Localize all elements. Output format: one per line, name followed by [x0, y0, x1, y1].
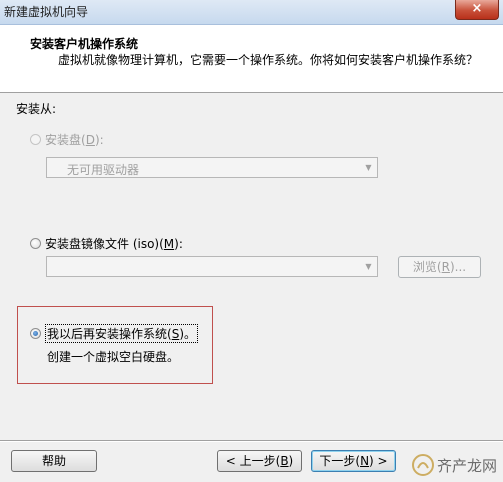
install-later-description: 创建一个虚拟空白硬盘。 — [47, 350, 180, 364]
radio-installer-disc[interactable]: 安装盘(D): — [30, 131, 104, 148]
install-from-label: 安装从: — [16, 102, 57, 116]
radio-label: 安装盘(D): — [45, 133, 104, 147]
watermark-logo-icon — [411, 454, 434, 476]
radio-label: 我以后再安装操作系统(S)。 — [45, 324, 198, 343]
next-button[interactable]: 下一步(N) > — [311, 450, 396, 472]
watermark-text: 齐产龙网 — [436, 456, 497, 475]
radio-install-later[interactable]: 我以后再安装操作系统(S)。 — [30, 324, 198, 343]
close-icon: × — [471, 1, 483, 16]
title-bar[interactable]: 新建虚拟机向导 × — [0, 0, 503, 25]
footer-separator — [0, 440, 503, 442]
radio-circle[interactable] — [30, 238, 41, 249]
chevron-down-icon[interactable]: ▼ — [360, 257, 377, 276]
back-button[interactable]: < 上一步(B) — [217, 450, 302, 472]
close-button[interactable]: × — [455, 0, 499, 20]
chevron-down-icon[interactable]: ▼ — [360, 158, 377, 177]
help-button[interactable]: 帮助 — [11, 450, 97, 472]
radio-circle-selected[interactable] — [30, 328, 41, 339]
drive-combo[interactable]: 无可用驱动器 ▼ — [46, 157, 378, 178]
wizard-header: 安装客户机操作系统 虚拟机就像物理计算机，它需要一个操作系统。你将如何安装客户机… — [0, 25, 503, 93]
new-vm-wizard-window: 新建虚拟机向导 × 安装客户机操作系统 虚拟机就像物理计算机，它需要一个操作系统… — [0, 0, 503, 482]
page-description: 虚拟机就像物理计算机，它需要一个操作系统。你将如何安装客户机操作系统？ — [58, 53, 479, 67]
radio-circle[interactable] — [30, 134, 41, 145]
browse-button[interactable]: 浏览(R)... — [398, 256, 481, 278]
radio-iso-image[interactable]: 安装盘镜像文件 (iso)(M): — [30, 235, 183, 252]
drive-combo-value: 无可用驱动器 — [67, 163, 140, 177]
radio-label: 安装盘镜像文件 (iso)(M): — [45, 237, 183, 251]
watermark: 齐产龙网 — [411, 454, 497, 476]
window-title: 新建虚拟机向导 — [4, 5, 89, 19]
highlight-annotation-box — [17, 306, 213, 384]
page-title: 安装客户机操作系统 — [30, 37, 139, 51]
iso-path-combo[interactable]: ▼ — [46, 256, 378, 277]
